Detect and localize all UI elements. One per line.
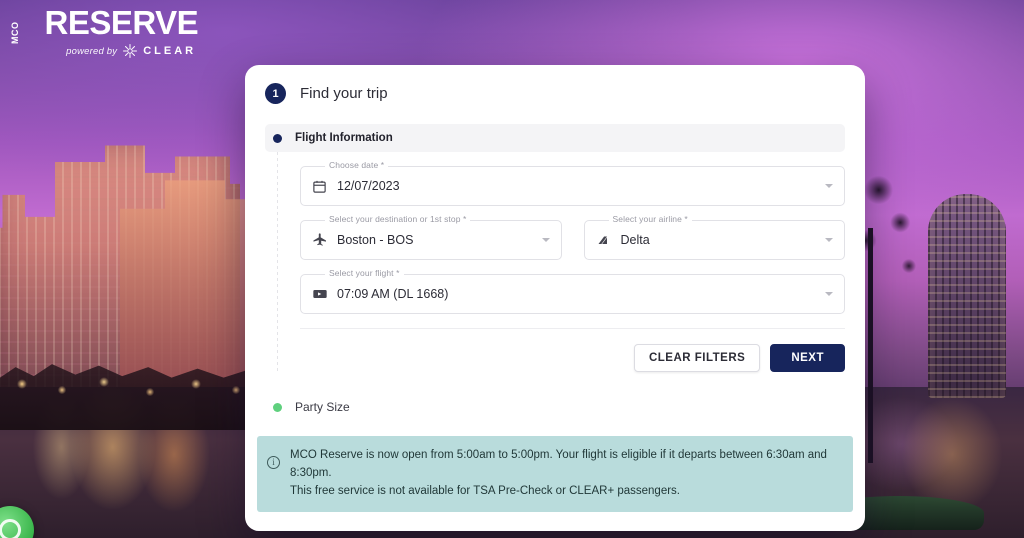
chevron-down-icon[interactable] [825,292,833,296]
next-button[interactable]: NEXT [770,344,845,372]
form-row-flight: Select your flight * 07:09 AM (DL 1668) [300,268,845,314]
airline-field[interactable]: Select your airline * Delta [583,214,845,260]
section-label: Flight Information [295,132,393,144]
boarding-pass-icon [312,286,328,302]
airline-label: Select your airline * [608,214,692,224]
step-number-badge: 1 [265,83,286,104]
form-row-date: Choose date * 12/07/2023 [300,160,845,206]
clear-starburst-icon [122,43,138,59]
chevron-down-icon[interactable] [825,184,833,188]
form-row-destination-airline: Select your destination or 1st stop * Bo… [300,214,845,260]
notice-line-1: MCO Reserve is now open from 5:00am to 5… [290,449,827,479]
chevron-down-icon[interactable] [825,238,833,242]
assist-ring [0,519,21,538]
chevron-down-icon[interactable] [541,238,550,242]
destination-value: Boston - BOS [337,233,414,247]
choose-date-field[interactable]: Choose date * 12/07/2023 [300,160,845,206]
clear-filters-button[interactable]: CLEAR FILTERS [633,344,761,372]
find-your-trip-card: 1 Find your trip Flight Information Choo… [245,65,865,531]
section-flight-information[interactable]: Flight Information [265,124,845,152]
eligibility-notice: i MCO Reserve is now open from 5:00am to… [257,436,853,513]
step-header: 1 Find your trip [245,65,865,104]
form-actions: CLEAR FILTERS NEXT [265,329,845,372]
delta-airline-icon [596,232,612,248]
destination-field[interactable]: Select your destination or 1st stop * Bo… [300,214,562,260]
logo-powered-by: powered by [66,45,118,57]
status-dot-icon [273,133,282,143]
logo-partner: CLEAR [143,45,197,57]
step-connector-line [277,152,278,372]
page-title: Find your trip [300,85,388,102]
flight-information-form: Choose date * 12/07/2023 Select your des… [265,152,845,314]
logo-name: RESERVE [44,4,199,41]
airline-value: Delta [620,233,650,247]
tower-building-right [928,193,1006,399]
airplane-icon [312,232,328,248]
flight-field[interactable]: Select your flight * 07:09 AM (DL 1668) [300,268,845,314]
status-dot-icon [273,402,282,412]
notice-line-2: This free service is not available for T… [290,484,681,497]
flight-value: 07:09 AM (DL 1668) [337,287,449,301]
calendar-icon [312,178,328,194]
flight-label: Select your flight * [325,268,404,278]
destination-label: Select your destination or 1st stop * [325,214,471,224]
mco-reserve-logo: MCO RESERVE powered by CLEAR [10,4,199,59]
logo-prefix: MCO [10,21,20,45]
form-body: Choose date * 12/07/2023 Select your des… [245,152,865,372]
section-party-size[interactable]: Party Size [265,394,845,420]
tree-trunk [867,227,873,463]
choose-date-label: Choose date * [325,160,389,170]
choose-date-value: 12/07/2023 [337,179,400,193]
tower-windows [928,193,1006,399]
section-label: Party Size [295,400,350,414]
info-icon: i [267,456,280,469]
streetlight-glows [0,365,260,416]
